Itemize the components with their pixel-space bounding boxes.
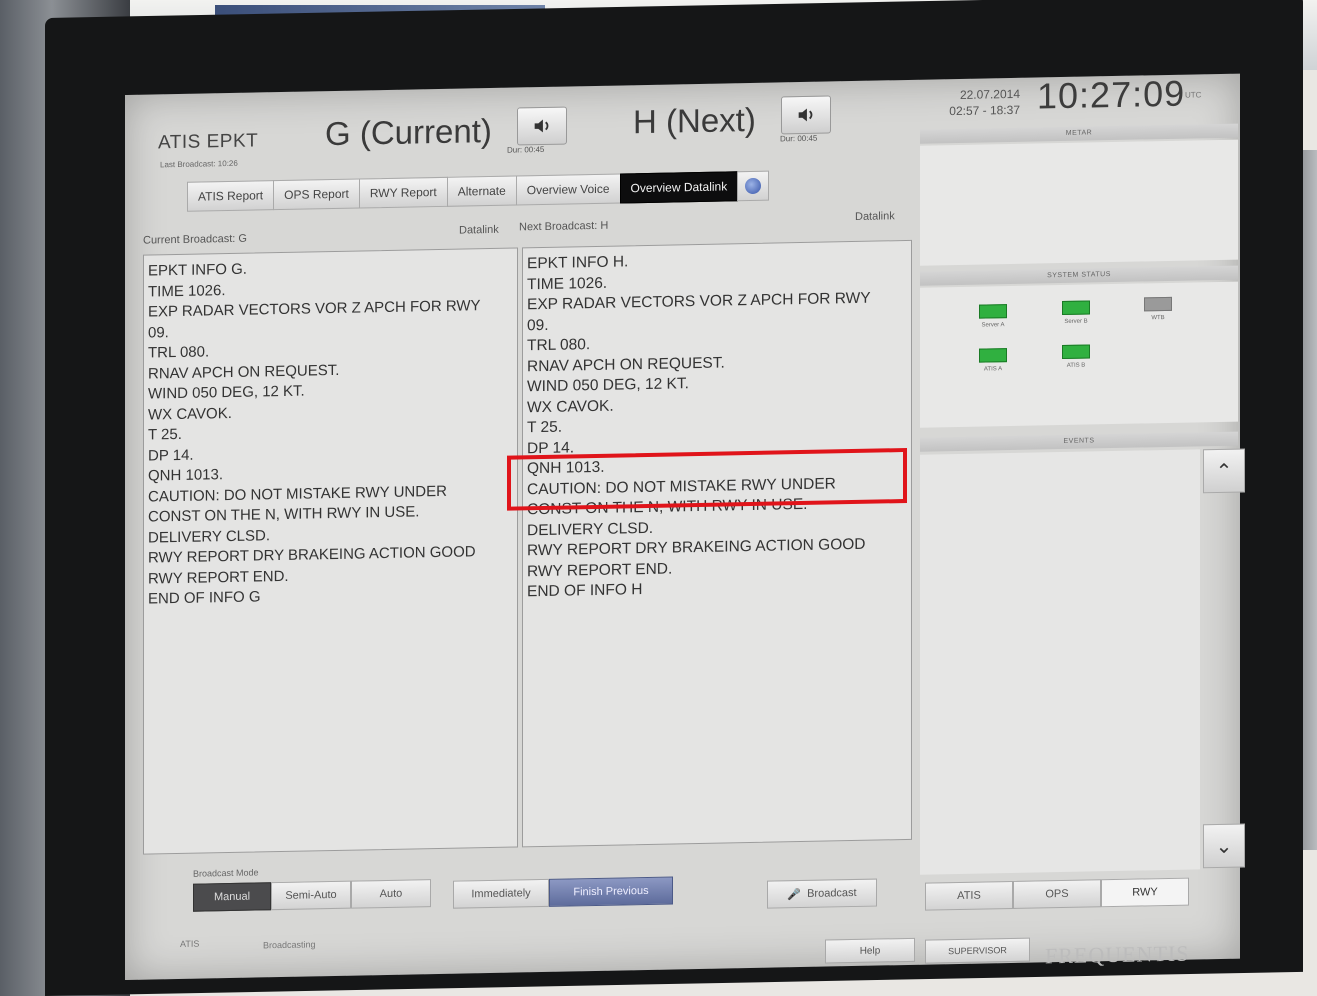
status-server-b: Server B xyxy=(1046,300,1106,325)
finish-previous-button[interactable]: Finish Previous xyxy=(549,876,673,907)
metar-box xyxy=(920,139,1238,266)
help-button[interactable]: Help xyxy=(825,937,915,964)
broadcast-button[interactable]: 🎤 Broadcast xyxy=(767,878,877,909)
scroll-up-button[interactable]: ⌃ xyxy=(1203,448,1245,494)
status-atis-b: ATIS B xyxy=(1046,344,1106,369)
next-info-title: H (Next) xyxy=(633,100,756,141)
main-tabs: ATIS Report OPS Report RWY Report Altern… xyxy=(187,170,770,212)
footer-atis-label: ATIS xyxy=(180,938,200,949)
tab-ops-report[interactable]: OPS Report xyxy=(273,178,360,211)
status-led xyxy=(1144,296,1172,312)
next-duration: Dur: 00:45 xyxy=(780,133,818,144)
last-broadcast-label: Last Broadcast: 10:26 xyxy=(160,158,238,170)
mode-semi-auto-button[interactable]: Semi-Auto xyxy=(271,880,351,911)
date: 22.07.2014 xyxy=(959,86,1020,102)
supervisor-button[interactable]: SUPERVISOR xyxy=(925,937,1030,964)
play-current-button[interactable] xyxy=(517,106,567,146)
current-info-title: G (Current) xyxy=(325,111,492,153)
status-wtb: WTB xyxy=(1128,296,1188,322)
atis-station-id: ATIS EPKT xyxy=(158,130,259,154)
tab-rwy-report[interactable]: RWY Report xyxy=(358,176,448,209)
time-range: 02:57 - 18:37 xyxy=(949,102,1020,119)
freq-atis-button[interactable]: ATIS xyxy=(925,880,1013,911)
next-broadcast-label: Next Broadcast: H xyxy=(519,219,609,234)
speaker-icon xyxy=(798,108,813,122)
chevron-up-icon: ⌃ xyxy=(1215,460,1233,483)
datalink-label-right: Datalink xyxy=(855,210,895,223)
clock-unit: UTC xyxy=(1185,90,1202,100)
freq-rwy-button[interactable]: RWY xyxy=(1101,877,1189,908)
chevron-down-icon: ⌄ xyxy=(1215,835,1233,858)
system-status-box: Server A Server B WTB ATIS A ATIS B xyxy=(920,281,1238,428)
tab-atis-report[interactable]: ATIS Report xyxy=(187,180,275,212)
next-info-text[interactable]: EPKT INFO H. TIME 1026. EXP RADAR VECTORS … xyxy=(522,239,912,848)
status-led xyxy=(979,304,1007,319)
events-list[interactable] xyxy=(920,449,1200,875)
scroll-down-button[interactable]: ⌄ xyxy=(1203,823,1245,869)
broadcast-button-label: Broadcast xyxy=(807,886,857,900)
status-led xyxy=(1062,344,1090,360)
globe-button[interactable] xyxy=(737,170,770,202)
microphone-icon: 🎤 xyxy=(787,888,802,901)
utc-clock: 10:27:09 xyxy=(1037,72,1186,117)
globe-icon xyxy=(745,177,762,195)
status-atis-a: ATIS A xyxy=(963,348,1023,373)
frequentis-logo: FREQUENTIS xyxy=(1045,940,1190,969)
status-led xyxy=(1062,300,1090,316)
tab-alternate[interactable]: Alternate xyxy=(446,175,517,207)
speaker-icon xyxy=(534,119,549,133)
mode-manual-button[interactable]: Manual xyxy=(193,882,271,912)
date-range: 22.07.2014 02:57 - 18:37 xyxy=(940,86,1020,120)
atis-screen: ATIS EPKT Last Broadcast: 10:26 G (Curre… xyxy=(125,72,1245,981)
current-info-text[interactable]: EPKT INFO G. TIME 1026. EXP RADAR VECTORS … xyxy=(143,247,518,855)
mode-auto-button[interactable]: Auto xyxy=(351,879,431,909)
status-led xyxy=(979,348,1007,363)
current-broadcast-label: Current Broadcast: G xyxy=(143,232,247,247)
play-next-button[interactable] xyxy=(781,95,831,135)
broadcast-mode-label: Broadcast Mode xyxy=(193,867,259,879)
freq-ops-button[interactable]: OPS xyxy=(1013,879,1101,909)
immediately-button[interactable]: Immediately xyxy=(453,878,549,909)
footer-broadcasting-label: Broadcasting xyxy=(263,939,316,951)
status-server-a: Server A xyxy=(963,304,1023,329)
tab-overview-datalink[interactable]: Overview Datalink xyxy=(619,171,739,204)
highlight-box xyxy=(507,447,907,511)
current-duration: Dur: 00:45 xyxy=(507,144,545,155)
tab-overview-voice[interactable]: Overview Voice xyxy=(515,173,621,206)
datalink-label-left: Datalink xyxy=(459,223,499,237)
